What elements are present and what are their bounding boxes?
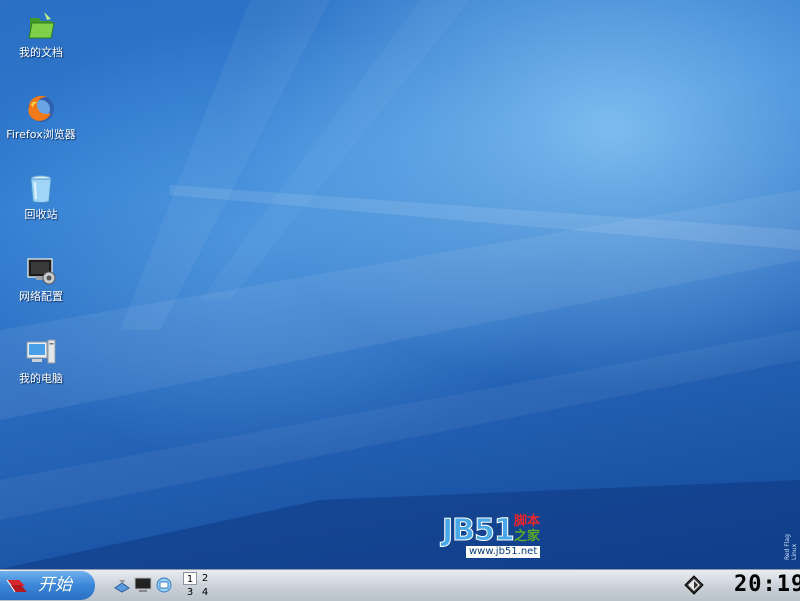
start-button[interactable]: 开始 [0,571,95,600]
computer-icon [26,339,56,364]
wallpaper-rays [0,0,800,569]
desktop[interactable]: 我的文档 Firefox浏览器 回收站 网络配置 我的电脑 JB51 脚本 之家… [0,0,800,569]
desktop-icon-label: 回收站 [24,208,58,221]
desktop-icon-recycle-bin[interactable]: 回收站 [6,172,76,221]
desktop-icon-label: 我的电脑 [19,372,63,385]
distro-brand-label: Red Flag Linux [784,534,798,560]
clock[interactable]: 20:19 [734,572,800,598]
system-tray-diamond-icon[interactable] [684,575,704,595]
desktop-icon-label: Firefox浏览器 [6,128,76,141]
show-desktop-icon[interactable] [113,576,131,594]
watermark-cn-line1: 脚本 [514,514,541,529]
desktop-icon-label: 我的文档 [19,46,63,59]
watermark-brand: JB51 [442,513,516,548]
terminal-icon[interactable] [134,576,152,594]
network-config-icon [27,258,56,285]
recycle-bin-icon [30,175,52,203]
network-icon[interactable] [155,576,173,594]
desktop-icon-my-documents[interactable]: 我的文档 [6,10,76,59]
pager-desktop-1[interactable]: 1 [183,572,197,585]
folder-icon [28,12,55,39]
pager-desktop-4[interactable]: 4 [198,586,212,599]
firefox-icon [28,95,54,122]
start-label: 开始 [38,575,72,595]
watermark-cn-line2: 之家 [514,529,541,544]
taskbar: 开始 1 2 3 4 20:19 [0,569,800,601]
red-flag-logo-icon [6,579,27,593]
desktop-icon-network-config[interactable]: 网络配置 [6,254,76,303]
desktop-pager: 1 2 3 4 [183,571,213,600]
pager-desktop-2[interactable]: 2 [198,572,212,585]
watermark-logo: JB51 脚本 之家 www.jb51.net [442,513,546,560]
watermark-url: www.jb51.net [466,546,541,558]
desktop-icon-label: 网络配置 [19,290,63,303]
desktop-icon-my-computer[interactable]: 我的电脑 [6,336,76,385]
pager-desktop-3[interactable]: 3 [183,586,197,599]
desktop-icon-firefox[interactable]: Firefox浏览器 [6,92,76,141]
